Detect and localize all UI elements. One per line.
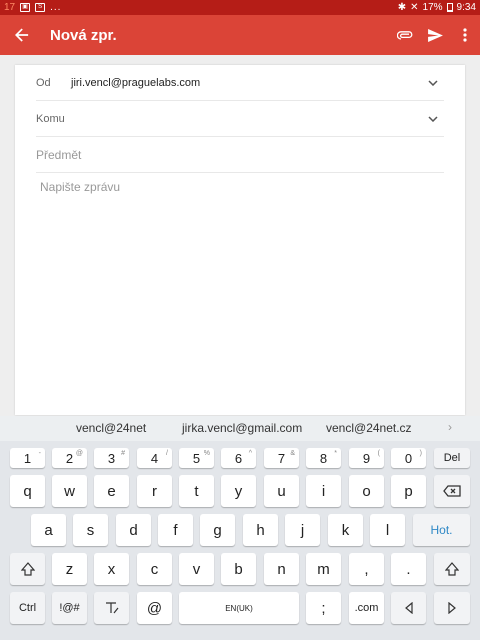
suggestion-item[interactable]: vencl@24net — [76, 421, 146, 435]
app-bar: Nová zpr. — [0, 15, 480, 55]
more-options-button[interactable] — [450, 15, 480, 55]
key-x[interactable]: x — [94, 553, 129, 585]
key-9[interactable]: 9( — [349, 448, 384, 468]
mute-icon: ✕ — [410, 2, 419, 13]
key-s[interactable]: s — [73, 514, 108, 546]
key-e[interactable]: e — [94, 475, 129, 507]
from-label: Od — [36, 76, 51, 89]
shift-key-left[interactable] — [10, 553, 45, 585]
key-b[interactable]: b — [221, 553, 256, 585]
keyboard-suggestion-strip: vencl@24net jirka.vencl@gmail.com vencl@… — [0, 416, 480, 441]
key-o[interactable]: o — [349, 475, 384, 507]
key-5[interactable]: 5% — [179, 448, 214, 468]
handwriting-icon — [105, 602, 118, 614]
key-p[interactable]: p — [391, 475, 426, 507]
arrow-left-icon — [404, 602, 413, 614]
key-z[interactable]: z — [52, 553, 87, 585]
key-v[interactable]: v — [179, 553, 214, 585]
dotcom-key[interactable]: .com — [349, 592, 384, 624]
cursor-left-key[interactable] — [391, 592, 426, 624]
key-u[interactable]: u — [264, 475, 299, 507]
page-title: Nová zpr. — [50, 26, 117, 44]
key-0[interactable]: 0) — [391, 448, 426, 468]
backspace-icon — [443, 485, 461, 497]
notification-count: 17 — [4, 2, 16, 13]
subject-field[interactable]: Předmět — [36, 137, 444, 173]
key-h[interactable]: h — [243, 514, 278, 546]
key-8[interactable]: 8 * — [306, 448, 341, 468]
from-row[interactable]: Od jiri.vencl@praguelabs.com — [36, 65, 444, 101]
shift-key-right[interactable] — [434, 553, 470, 585]
more-vert-icon — [463, 28, 467, 42]
key-y[interactable]: y — [221, 475, 256, 507]
key-i[interactable]: i — [306, 475, 341, 507]
key-3[interactable]: 3 # — [94, 448, 129, 468]
key-f[interactable]: f — [158, 514, 193, 546]
subject-placeholder: Předmět — [36, 147, 82, 162]
key-1[interactable]: 1- — [10, 448, 45, 468]
key-period[interactable]: . — [391, 553, 426, 585]
clock: 9:34 — [456, 2, 476, 13]
suggestion-item[interactable]: jirka.vencl@gmail.com — [182, 421, 302, 435]
from-account: jiri.vencl@praguelabs.com — [71, 76, 201, 89]
semicolon-key[interactable]: ; — [306, 592, 341, 624]
image-notification-icon: ▣ — [20, 3, 31, 12]
suggestion-item[interactable]: vencl@24net.cz — [326, 421, 412, 435]
at-key[interactable]: @ — [137, 592, 172, 624]
key-j[interactable]: j — [285, 514, 320, 546]
key-c[interactable]: c — [137, 553, 172, 585]
chevron-down-icon[interactable] — [428, 79, 438, 86]
on-screen-keyboard: 1- 2 @ 3 # 4/ 5% 6 ^ 7 & 8 * 9( 0) Del q w e … — [0, 441, 480, 640]
ctrl-key[interactable]: Ctrl — [10, 592, 45, 624]
back-button[interactable] — [0, 15, 44, 55]
key-a[interactable]: a — [31, 514, 66, 546]
battery-icon — [446, 3, 453, 12]
key-6[interactable]: 6 ^ — [221, 448, 256, 468]
battery-percent: 17% — [422, 2, 443, 13]
key-m[interactable]: m — [306, 553, 341, 585]
key-7[interactable]: 7 & — [264, 448, 299, 468]
status-bar: 17 ▣ S ... ✱ ✕ 17% 9:34 — [0, 0, 480, 15]
more-notifications-indicator: ... — [50, 2, 62, 13]
handwriting-key[interactable] — [94, 592, 129, 624]
key-w[interactable]: w — [52, 475, 87, 507]
key-n[interactable]: n — [264, 553, 299, 585]
to-label: Komu — [36, 112, 65, 125]
back-arrow-icon — [15, 28, 29, 42]
shift-icon — [20, 562, 35, 576]
key-d[interactable]: d — [116, 514, 151, 546]
chevron-right-icon[interactable]: › — [448, 420, 452, 434]
bluetooth-icon: ✱ — [397, 2, 407, 13]
app-notification-icon: S — [35, 3, 46, 12]
key-t[interactable]: t — [179, 475, 214, 507]
send-button[interactable] — [420, 15, 450, 55]
to-field[interactable]: Komu — [36, 101, 444, 137]
key-g[interactable]: g — [200, 514, 235, 546]
message-body-field[interactable]: Napište zprávu — [40, 180, 120, 194]
arrow-right-icon — [448, 602, 456, 614]
delete-key[interactable]: Del — [434, 448, 470, 468]
symbols-key[interactable]: !@# — [52, 592, 87, 624]
chevron-down-icon[interactable] — [428, 115, 438, 122]
attach-button[interactable] — [390, 15, 420, 55]
key-q[interactable]: q — [10, 475, 45, 507]
enter-key[interactable]: Hot. — [413, 514, 470, 546]
key-comma[interactable]: , — [349, 553, 384, 585]
shift-icon — [445, 562, 459, 576]
backspace-key[interactable] — [434, 475, 470, 507]
send-icon — [427, 28, 443, 42]
key-4[interactable]: 4/ — [137, 448, 172, 468]
cursor-right-key[interactable] — [434, 592, 470, 624]
space-bar[interactable]: EN(UK) — [179, 592, 299, 624]
compose-card: Od jiri.vencl@praguelabs.com Komu Předmě… — [15, 65, 465, 415]
key-2[interactable]: 2 @ — [52, 448, 87, 468]
key-l[interactable]: l — [370, 514, 405, 546]
key-k[interactable]: k — [328, 514, 363, 546]
attach-icon — [397, 31, 413, 40]
key-r[interactable]: r — [137, 475, 172, 507]
